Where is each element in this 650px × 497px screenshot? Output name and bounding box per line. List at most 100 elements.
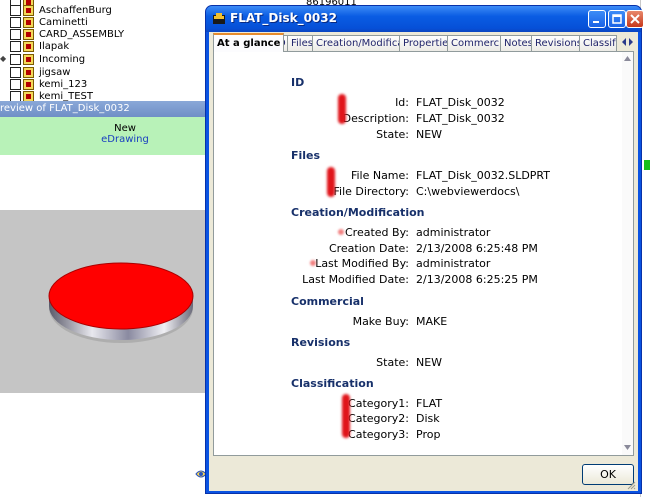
revision-state-label: State: <box>376 356 409 369</box>
tree-item[interactable]: kemi_123 <box>0 78 87 90</box>
last-modified-date-value: 2/13/2008 6:25:25 PM <box>416 273 538 286</box>
tab-strip: At a glance ID Files Creation/Modificati… <box>213 33 635 52</box>
folder-icon <box>23 78 34 90</box>
last-modified-date-label: Last Modified Date: <box>302 273 409 286</box>
description-label: Description: <box>342 112 409 125</box>
required-marker <box>338 229 344 235</box>
category3-value: Prop <box>416 428 441 441</box>
revision-state-value: NEW <box>416 356 443 369</box>
file-directory-value: C:\webviewerdocs\ <box>416 185 520 198</box>
checkbox-icon[interactable] <box>10 4 21 16</box>
preview-header: New eDrawing <box>0 117 210 155</box>
creation-date-label: Creation Date: <box>328 242 409 255</box>
preview-footer <box>0 393 210 497</box>
tree-item-label: kemi_TEST <box>39 90 93 102</box>
tree-item-label: CARD_ASSEMBLY <box>39 28 125 40</box>
chevron-left-icon[interactable] <box>620 36 627 48</box>
dialog-titlebar[interactable]: FLAT_Disk_0032 <box>206 6 644 32</box>
section-heading-revisions: Revisions <box>291 336 351 349</box>
maximize-icon <box>612 14 622 24</box>
last-modified-by-value: administrator <box>416 257 491 270</box>
tree-item[interactable]: Ilapak <box>0 40 69 52</box>
folder-icon <box>23 4 34 16</box>
minimize-icon <box>593 21 599 23</box>
tree-item[interactable]: CARD_ASSEMBLY <box>0 28 124 40</box>
category2-label: Category2: <box>348 412 409 425</box>
panel-scrollbar[interactable] <box>622 52 633 455</box>
description-value: FLAT_Disk_0032 <box>416 112 505 125</box>
tab-at-a-glance[interactable]: At a glance <box>213 33 285 52</box>
section-heading-creation: Creation/Modification <box>291 206 425 219</box>
tree-item[interactable]: Incoming <box>0 53 85 65</box>
required-marker <box>310 260 316 266</box>
checkbox-icon[interactable] <box>10 28 21 40</box>
created-by-label: Created By: <box>345 226 409 239</box>
category1-label: Category1: <box>348 397 409 410</box>
edrawing-link[interactable]: eDrawing <box>40 134 210 145</box>
scroll-up-icon[interactable] <box>624 56 631 61</box>
tree-item-label: Caminetti <box>39 16 88 28</box>
created-by-value: administrator <box>416 226 491 239</box>
tree-item[interactable]: AschaffenBurg <box>0 4 112 16</box>
tree-item-label: Ilapak <box>39 40 70 52</box>
required-marker <box>338 94 346 124</box>
minimize-button[interactable] <box>588 10 606 28</box>
category3-label: Category3: <box>348 428 409 441</box>
checkbox-icon[interactable] <box>10 66 21 78</box>
preview-canvas[interactable] <box>0 210 210 393</box>
properties-dialog: FLAT_Disk_0032 At a glance ID Files Crea… <box>205 5 644 494</box>
checkbox-icon[interactable] <box>10 16 21 28</box>
section-heading-commercial: Commercial <box>291 295 364 308</box>
scroll-down-icon[interactable] <box>624 445 631 450</box>
folder-icon <box>23 28 34 40</box>
tab-classification[interactable]: Classif <box>579 35 617 51</box>
checkbox-icon[interactable] <box>10 40 21 52</box>
required-marker <box>327 167 335 197</box>
preview-spacer <box>0 155 210 210</box>
file-directory-label: File Directory: <box>333 185 409 198</box>
maximize-button[interactable] <box>608 10 626 28</box>
folder-icon <box>23 16 34 28</box>
status-mark <box>644 160 650 170</box>
tree-item-label: Incoming <box>39 53 86 65</box>
required-marker <box>342 394 350 438</box>
tab-revisions[interactable]: Revisions <box>531 35 587 51</box>
resize-grip-icon[interactable] <box>627 481 636 490</box>
preview-title: review of FLAT_Disk_0032 <box>0 101 210 117</box>
dialog-title: FLAT_Disk_0032 <box>230 11 337 25</box>
folder-icon <box>23 90 34 102</box>
last-modified-by-label: Last Modified By: <box>315 257 409 270</box>
make-buy-value: MAKE <box>416 315 448 328</box>
tree-item-label: kemi_123 <box>39 78 88 90</box>
state-value: NEW <box>416 128 443 141</box>
preview-status: New <box>114 123 136 134</box>
section-heading-classification: Classification <box>291 377 374 390</box>
state-label: State: <box>376 128 409 141</box>
creation-date-value: 2/13/2008 6:25:48 PM <box>416 242 538 255</box>
disk-top <box>48 262 194 330</box>
close-button[interactable] <box>626 10 644 28</box>
file-tree: 86196011 AschaffenBurg Caminetti CARD_AS… <box>0 0 357 102</box>
checkbox-icon[interactable] <box>10 53 21 65</box>
make-buy-label: Make Buy: <box>352 315 409 328</box>
chevron-right-icon[interactable] <box>628 36 635 48</box>
dialog-body: At a glance ID Files Creation/Modificati… <box>209 32 638 491</box>
section-heading-id: ID <box>291 76 305 89</box>
folder-icon <box>23 53 34 65</box>
folder-icon <box>23 66 34 78</box>
checkbox-icon[interactable] <box>10 78 21 90</box>
category1-value: FLAT <box>416 397 443 410</box>
section-heading-files: Files <box>291 149 321 162</box>
tree-item-label: jigsaw <box>39 66 71 78</box>
id-label: Id: <box>395 96 409 109</box>
folder-icon <box>23 40 34 52</box>
tree-item[interactable]: jigsaw <box>0 66 70 78</box>
checkbox-icon[interactable] <box>10 90 21 102</box>
file-name-label: File Name: <box>350 169 409 182</box>
tree-item-label: AschaffenBurg <box>39 4 112 16</box>
close-icon <box>630 14 640 24</box>
disk-render <box>48 262 194 343</box>
app-icon <box>213 13 225 24</box>
tree-item[interactable]: Caminetti <box>0 16 88 28</box>
at-a-glance-panel: ID Id: FLAT_Disk_0032 Description: FLAT_… <box>213 51 634 456</box>
